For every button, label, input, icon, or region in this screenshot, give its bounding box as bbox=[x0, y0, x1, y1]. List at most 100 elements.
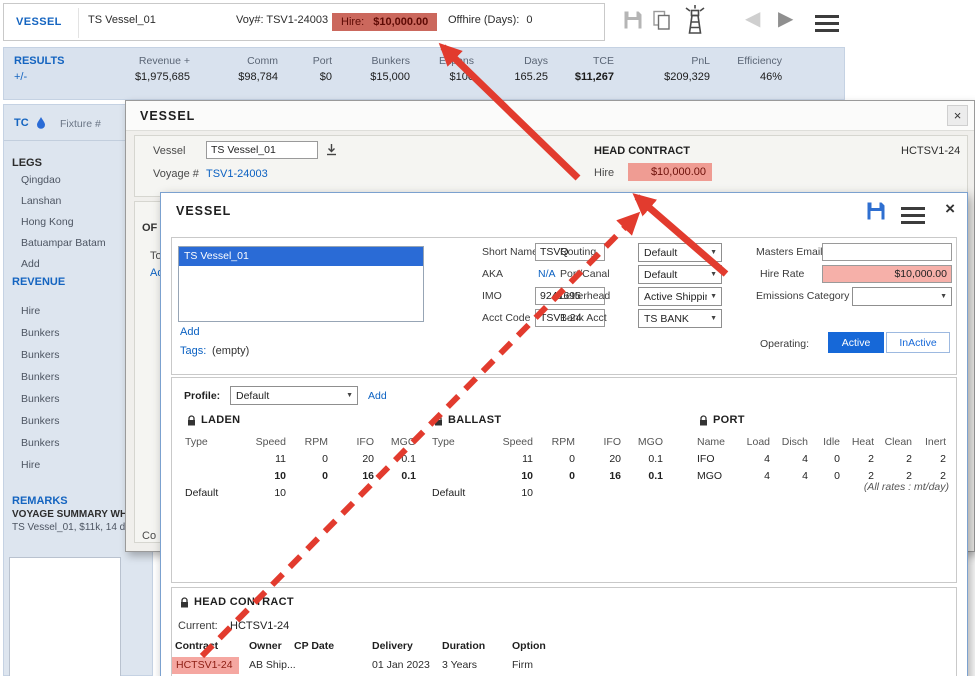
col-header: CP Date bbox=[294, 640, 334, 652]
table-cell bbox=[185, 451, 243, 468]
masters-email-input[interactable] bbox=[822, 243, 952, 261]
tags-link[interactable]: Tags: bbox=[180, 345, 206, 357]
menu-icon[interactable] bbox=[901, 203, 925, 228]
vessel-input[interactable] bbox=[206, 141, 318, 159]
table-cell: 0 bbox=[536, 451, 578, 468]
current-contract-value: HCTSV1-24 bbox=[230, 620, 289, 632]
vessel-list-selected[interactable]: TS Vessel_01 bbox=[179, 247, 423, 266]
hire-badge[interactable]: Hire: $10,000.00 bbox=[332, 13, 437, 31]
aka-link[interactable]: N/A bbox=[538, 268, 556, 280]
emissions-category-label: Emissions Category bbox=[756, 290, 849, 302]
results-sign-toggle[interactable]: +/- bbox=[14, 71, 100, 83]
col-header: Inert bbox=[915, 434, 949, 451]
dialog-header: VESSEL × bbox=[126, 101, 974, 131]
revenue-item[interactable]: Bunkers bbox=[21, 437, 60, 449]
vessel-name: TS Vessel_01 bbox=[88, 14, 156, 26]
back-icon[interactable]: ◀ bbox=[745, 9, 760, 29]
offhire-value: 0 bbox=[526, 14, 532, 26]
close-icon[interactable]: × bbox=[947, 105, 968, 126]
metric-bunkers: Bunkers $15,000 bbox=[342, 55, 420, 99]
table-cell: 16 bbox=[578, 468, 624, 485]
letterhead-value: Active Shipping bbox=[644, 291, 707, 303]
metric-label: Expens bbox=[420, 55, 474, 67]
lock-icon bbox=[699, 415, 708, 426]
ballast-section-title: BALLAST bbox=[434, 414, 501, 426]
col-header: Speed bbox=[243, 434, 289, 451]
vessel-field-label: Vessel bbox=[153, 145, 185, 157]
leg-item[interactable]: Hong Kong bbox=[21, 216, 74, 228]
download-icon[interactable] bbox=[325, 143, 338, 159]
table-cell: IFO bbox=[697, 451, 739, 468]
revenue-item[interactable]: Hire bbox=[21, 305, 40, 317]
save-icon[interactable] bbox=[622, 9, 644, 34]
ballast-table[interactable]: Type Speed RPM IFO MGO 11 0 20 0.1 10 0 … bbox=[432, 434, 666, 502]
revenue-item[interactable]: Bunkers bbox=[21, 415, 60, 427]
voyage-number-link[interactable]: TSV1-24003 bbox=[206, 168, 268, 180]
profile-select[interactable]: Default▼ bbox=[230, 386, 358, 405]
hire-label: Hire: bbox=[341, 16, 364, 28]
ballast-title-text: BALLAST bbox=[448, 414, 501, 426]
col-header: Speed bbox=[490, 434, 536, 451]
routing-select[interactable]: Default▼ bbox=[638, 243, 722, 262]
col-header: MGO bbox=[377, 434, 419, 451]
leg-item[interactable]: Lanshan bbox=[21, 195, 61, 207]
metric-value: 165.25 bbox=[484, 71, 548, 83]
table-cell: 0.1 bbox=[377, 468, 419, 485]
save-icon[interactable] bbox=[865, 200, 887, 225]
inactive-button[interactable]: InActive bbox=[886, 332, 950, 353]
vessel-list[interactable]: TS Vessel_01 bbox=[178, 246, 424, 322]
table-cell: 16 bbox=[331, 468, 377, 485]
chevron-down-icon: ▼ bbox=[710, 271, 717, 278]
menu-icon[interactable] bbox=[815, 11, 839, 36]
contract-id-cell[interactable]: HCTSV1-24 bbox=[172, 657, 239, 674]
col-header: Load bbox=[739, 434, 773, 451]
revenue-item[interactable]: Bunkers bbox=[21, 327, 60, 339]
revenue-item[interactable]: Hire bbox=[21, 459, 40, 471]
table-cell bbox=[536, 485, 578, 502]
remarks-line: VOYAGE SUMMARY WHE bbox=[12, 509, 134, 520]
revenue-section-title: REVENUE bbox=[12, 276, 65, 288]
chevron-down-icon: ▼ bbox=[710, 315, 717, 322]
port-table[interactable]: Name Load Disch Idle Heat Clean Inert IF… bbox=[697, 434, 949, 485]
metric-pnl: PnL $209,329 bbox=[624, 55, 720, 99]
consumption-section: Profile: Default▼ Add LADEN Type Speed R… bbox=[171, 377, 957, 583]
leg-item[interactable]: Qingdao bbox=[21, 174, 61, 186]
rates-note: (All rates : mt/day) bbox=[697, 481, 949, 493]
table-cell: 0.1 bbox=[624, 451, 666, 468]
table-cell: 0 bbox=[289, 468, 331, 485]
tab-tc[interactable]: TC bbox=[14, 117, 29, 129]
port-section-title: PORT bbox=[699, 414, 745, 426]
port-canal-value: Default bbox=[644, 269, 677, 281]
lighthouse-icon[interactable] bbox=[682, 3, 708, 40]
offhire-label: Offhire (Days): bbox=[448, 14, 519, 26]
forward-icon[interactable]: ▶ bbox=[778, 9, 793, 29]
metric-value: $98,784 bbox=[200, 71, 278, 83]
metric-value: 46% bbox=[720, 71, 782, 83]
results-title[interactable]: RESULTS bbox=[14, 55, 100, 67]
col-header: Clean bbox=[877, 434, 915, 451]
revenue-item[interactable]: Bunkers bbox=[21, 371, 60, 383]
emissions-category-select[interactable]: ▼ bbox=[852, 287, 952, 306]
laden-title-text: LADEN bbox=[201, 414, 240, 426]
laden-table[interactable]: Type Speed RPM IFO MGO 11 0 20 0.1 10 0 … bbox=[185, 434, 419, 502]
remarks-line: TS Vessel_01, $11k, 14 da bbox=[12, 522, 131, 533]
add-leg-link[interactable]: Add bbox=[21, 258, 40, 270]
revenue-item[interactable]: Bunkers bbox=[21, 349, 60, 361]
add-profile-link[interactable]: Add bbox=[368, 390, 387, 402]
letterhead-select[interactable]: Active Shipping▼ bbox=[638, 287, 722, 306]
add-vessel-link[interactable]: Add bbox=[180, 326, 200, 338]
hire-rate-input[interactable] bbox=[822, 265, 952, 283]
leg-item[interactable]: Batuampar Batam bbox=[21, 237, 106, 249]
metric-value: $100 bbox=[420, 71, 474, 83]
revenue-item[interactable]: Bunkers bbox=[21, 393, 60, 405]
hire-value-field[interactable]: $10,000.00 bbox=[628, 163, 712, 181]
bank-acct-select[interactable]: TS BANK▼ bbox=[638, 309, 722, 328]
dialog-title: VESSEL bbox=[140, 109, 195, 123]
remarks-section-title: REMARKS bbox=[12, 495, 68, 507]
vessel-tab-label[interactable]: VESSEL bbox=[16, 16, 62, 28]
active-button[interactable]: Active bbox=[828, 332, 884, 353]
copy-icon[interactable] bbox=[652, 9, 672, 34]
close-icon[interactable]: × bbox=[945, 199, 955, 219]
port-canal-select[interactable]: Default ▼ bbox=[638, 265, 722, 284]
remarks-box[interactable] bbox=[9, 557, 121, 676]
